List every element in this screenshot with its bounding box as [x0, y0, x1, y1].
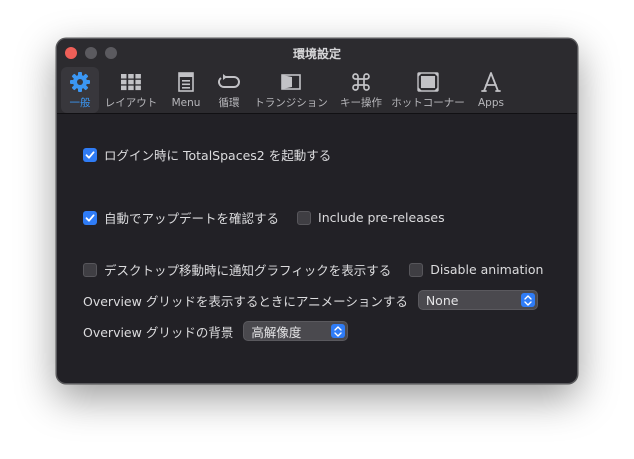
- disable-animation-checkbox[interactable]: [409, 262, 424, 277]
- auto-update-checkbox[interactable]: [83, 210, 97, 225]
- transition-icon: [279, 71, 303, 93]
- tab-menu[interactable]: Menu: [163, 67, 209, 113]
- tab-apps-label: Apps: [478, 97, 504, 109]
- title-bar: 環境設定 一般 レイアウト Menu 循環 トランジション キー操作 ホットコー…: [57, 39, 577, 114]
- desktop-notify-label: デスクトップ移動時に通知グラフィックを表示する: [104, 263, 392, 278]
- tab-cycle-label: 循環: [218, 97, 240, 109]
- tab-layout-label: レイアウト: [104, 97, 158, 109]
- general-settings-panel: ログイン時に TotalSpaces2 を起動する 自動でアップデートを確認する…: [57, 115, 577, 383]
- overview-background-select[interactable]: 高解像度: [243, 321, 349, 341]
- disable-animation-label: Disable animation: [430, 262, 544, 277]
- apps-icon: [479, 71, 503, 93]
- overview-animation-value: None: [425, 292, 459, 308]
- desktop-notify-checkbox[interactable]: [83, 262, 97, 277]
- overview-background-value: 高解像度: [251, 324, 302, 340]
- command-key-icon: [349, 71, 373, 93]
- include-prereleases-checkbox[interactable]: [297, 210, 312, 225]
- desktop-notify-row: デスクトップ移動時に通知グラフィックを表示する Disable animatio…: [83, 260, 543, 279]
- tab-menu-label: Menu: [171, 97, 201, 109]
- tab-key-operations[interactable]: キー操作: [333, 67, 389, 113]
- overview-animation-row: Overview グリッドを表示するときにアニメーションする None: [83, 290, 538, 310]
- launch-at-login-row: ログイン時に TotalSpaces2 を起動する: [83, 145, 331, 164]
- include-prereleases-label: Include pre-releases: [318, 210, 445, 225]
- preferences-window: 環境設定 一般 レイアウト Menu 循環 トランジション キー操作 ホットコー…: [56, 38, 578, 384]
- auto-update-row: 自動でアップデートを確認する Include pre-releases: [83, 208, 445, 227]
- gear-icon: [68, 71, 92, 93]
- chevron-up-down-icon: [331, 324, 346, 338]
- tab-layout[interactable]: レイアウト: [99, 67, 163, 113]
- overview-animation-label: Overview グリッドを表示するときにアニメーションする: [83, 293, 408, 309]
- tab-transition[interactable]: トランジション: [249, 67, 333, 113]
- overview-background-label: Overview グリッドの背景: [83, 324, 234, 340]
- cycle-icon: [217, 71, 241, 93]
- tab-transition-label: トランジション: [254, 97, 328, 109]
- tab-general-label: 一般: [69, 97, 91, 109]
- tab-general[interactable]: 一般: [61, 67, 99, 113]
- launch-at-login-label: ログイン時に TotalSpaces2 を起動する: [104, 148, 332, 163]
- tab-cycle[interactable]: 循環: [209, 67, 249, 113]
- auto-update-label: 自動でアップデートを確認する: [104, 211, 280, 226]
- chevron-up-down-icon: [520, 293, 535, 307]
- tab-key-operations-label: キー操作: [340, 97, 382, 109]
- tab-apps[interactable]: Apps: [467, 67, 515, 113]
- overview-animation-select[interactable]: None: [417, 290, 538, 310]
- tab-hot-corners[interactable]: ホットコーナー: [389, 67, 467, 113]
- overview-background-row: Overview グリッドの背景 高解像度: [83, 321, 349, 341]
- tab-hot-corners-label: ホットコーナー: [391, 97, 465, 109]
- hot-corner-icon: [416, 71, 440, 93]
- grid-icon: [119, 71, 143, 93]
- preferences-toolbar: 一般 レイアウト Menu 循環 トランジション キー操作 ホットコーナー Ap…: [61, 67, 515, 113]
- launch-at-login-checkbox[interactable]: [83, 147, 97, 162]
- menu-icon: [174, 71, 198, 93]
- window-title: 環境設定: [292, 47, 341, 61]
